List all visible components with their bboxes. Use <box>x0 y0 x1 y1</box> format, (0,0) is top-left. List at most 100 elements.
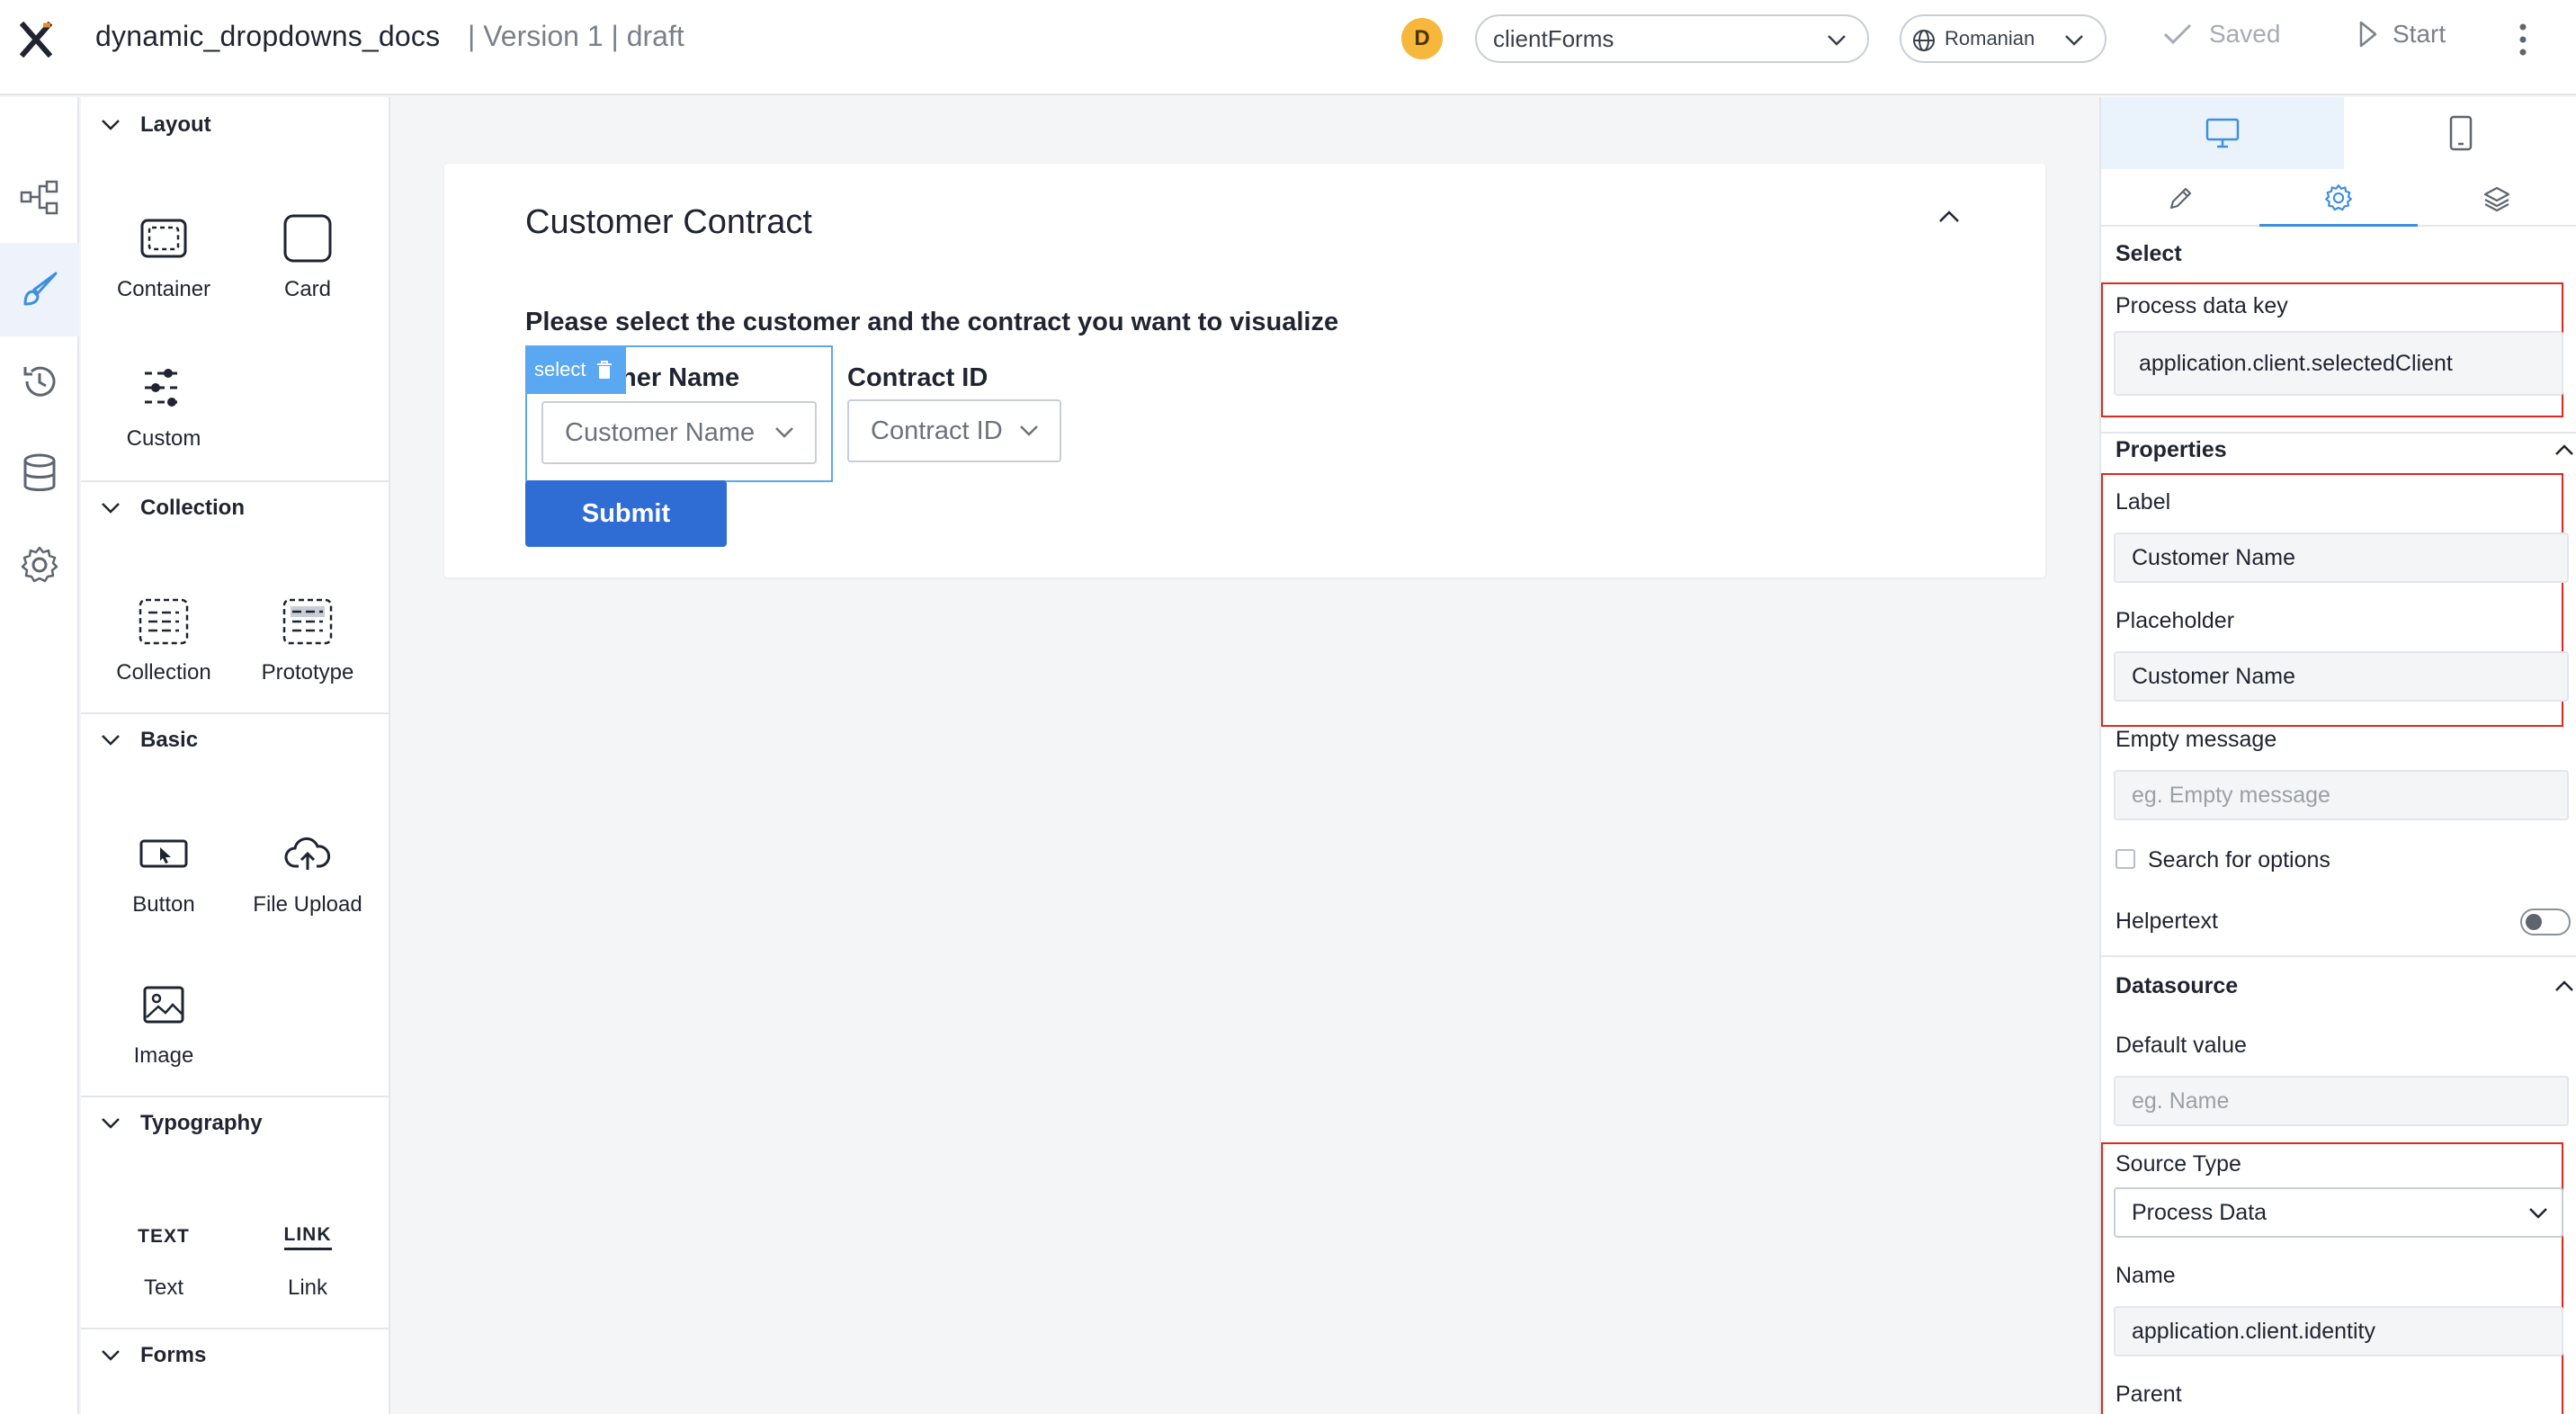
section-layout[interactable]: Layout <box>81 103 390 148</box>
select-section-title: Select <box>2115 241 2182 266</box>
properties-panel: Select Process data key application.clie… <box>2099 97 2576 1414</box>
chevron-down-icon <box>102 1118 120 1129</box>
name-input[interactable]: application.client.identity <box>2114 1306 2563 1356</box>
component-container-label: Container <box>116 277 211 301</box>
form-select-value: clientForms <box>1493 24 1614 52</box>
avatar[interactable]: D <box>1401 18 1443 59</box>
submit-button[interactable]: Submit <box>525 480 727 547</box>
collection-icon <box>139 598 189 645</box>
search-options-label: Search for options <box>2148 847 2330 873</box>
top-bar: dynamic_dropdowns_docs | Version 1 | dra… <box>0 0 2576 95</box>
source-type-label: Source Type <box>2115 1151 2241 1177</box>
rail-item-data-model[interactable] <box>0 426 79 520</box>
section-layout-label: Layout <box>140 112 211 137</box>
mobile-icon <box>2449 115 2473 151</box>
contract-id-placeholder: Contract ID <box>871 416 1003 445</box>
component-button-label: Button <box>132 892 195 917</box>
component-button[interactable]: Button <box>92 824 236 923</box>
customer-name-select[interactable]: Customer Name <box>541 401 817 464</box>
card-icon <box>283 214 332 263</box>
customer-contract-card[interactable]: Customer Contract Please select the cust… <box>444 164 2045 577</box>
tab-settings[interactable] <box>2259 171 2418 227</box>
section-collection[interactable]: Collection <box>81 486 390 531</box>
component-file-upload[interactable]: File Upload <box>236 824 380 923</box>
component-link[interactable]: LINK Link <box>236 1207 380 1306</box>
component-custom[interactable]: Custom <box>92 358 236 457</box>
components-palette: Layout Container Card Custom Collection … <box>81 97 390 1414</box>
customer-name-label: ner Name <box>621 363 740 392</box>
process-data-key-label: Process data key <box>2115 293 2288 318</box>
default-value-input[interactable]: eg. Name <box>2114 1076 2569 1126</box>
rail-item-process[interactable] <box>0 151 79 245</box>
rail-item-settings[interactable] <box>0 518 79 612</box>
section-basic[interactable]: Basic <box>81 718 390 763</box>
language-select[interactable]: Romanian <box>1900 14 2106 63</box>
empty-message-input[interactable]: eg. Empty message <box>2114 770 2569 820</box>
component-collection[interactable]: Collection <box>92 592 236 691</box>
rail-item-history[interactable] <box>0 335 79 428</box>
sliders-icon <box>145 369 183 407</box>
chevron-down-icon <box>102 503 120 514</box>
divider <box>2101 432 2576 434</box>
divider <box>2101 955 2576 957</box>
empty-message-label: Empty message <box>2115 727 2277 752</box>
rail-item-ui-designer[interactable] <box>0 243 79 336</box>
component-text-label: Text <box>143 1275 183 1300</box>
divider <box>81 712 390 714</box>
name-field-label: Name <box>2115 1263 2176 1288</box>
search-options-checkbox[interactable] <box>2115 849 2135 869</box>
component-container[interactable]: Container <box>92 209 236 308</box>
component-card[interactable]: Card <box>236 209 380 308</box>
flowx-logo-icon[interactable] <box>20 22 52 58</box>
tab-mobile[interactable] <box>2344 97 2576 169</box>
component-file-upload-label: File Upload <box>253 892 362 917</box>
default-value-label: Default value <box>2115 1033 2247 1058</box>
section-typography-label: Typography <box>140 1111 263 1135</box>
customer-name-placeholder: Customer Name <box>565 417 756 447</box>
start-button[interactable]: Start <box>2358 20 2446 49</box>
prototype-icon <box>282 598 333 645</box>
placeholder-input[interactable]: Customer Name <box>2114 651 2569 702</box>
globe-icon <box>1913 30 1935 51</box>
contract-id-select[interactable]: Contract ID <box>847 399 1061 462</box>
component-prototype[interactable]: Prototype <box>236 592 380 691</box>
chevron-down-icon <box>2065 35 2083 46</box>
chevron-up-icon[interactable] <box>2554 443 2574 457</box>
datasource-section-title: Datasource <box>2115 973 2239 998</box>
selected-component-tag[interactable]: select <box>525 345 626 394</box>
component-image[interactable]: Image <box>92 975 236 1074</box>
chevron-up-icon[interactable] <box>2554 979 2574 993</box>
image-icon <box>143 986 184 1024</box>
play-icon <box>2359 21 2377 48</box>
app-title: dynamic_dropdowns_docs <box>95 20 441 52</box>
divider <box>81 1096 390 1097</box>
label-input[interactable]: Customer Name <box>2114 532 2569 583</box>
component-text[interactable]: TEXT Text <box>92 1207 236 1306</box>
properties-section-title: Properties <box>2115 437 2227 462</box>
tab-desktop[interactable] <box>2101 97 2344 169</box>
more-menu-icon[interactable] <box>2509 22 2536 58</box>
section-basic-label: Basic <box>140 728 199 752</box>
toggle-knob <box>2526 914 2542 930</box>
check-icon <box>2163 23 2192 45</box>
process-data-key-input[interactable]: application.client.selectedClient <box>2114 331 2563 396</box>
contract-id-label: Contract ID <box>847 363 988 392</box>
form-select[interactable]: clientForms <box>1475 14 1869 63</box>
paint-brush-icon <box>23 272 58 306</box>
tab-edit[interactable] <box>2101 171 2259 227</box>
left-rail <box>0 97 79 1414</box>
chevron-up-icon[interactable] <box>1937 209 1961 225</box>
section-typography[interactable]: Typography <box>81 1101 390 1146</box>
cloud-upload-icon <box>284 837 331 870</box>
saved-status: Saved <box>2162 20 2280 49</box>
tab-layers[interactable] <box>2418 171 2576 227</box>
helpertext-toggle[interactable] <box>2520 908 2571 935</box>
section-forms[interactable]: Forms <box>81 1333 390 1378</box>
process-flow-icon <box>20 180 58 215</box>
chevron-down-icon <box>102 120 120 130</box>
placeholder-field-label: Placeholder <box>2115 608 2235 633</box>
source-type-select[interactable]: Process Data <box>2114 1187 2563 1238</box>
gear-icon <box>21 546 58 583</box>
trash-icon[interactable] <box>596 360 613 380</box>
helpertext-label: Helpertext <box>2115 908 2218 934</box>
